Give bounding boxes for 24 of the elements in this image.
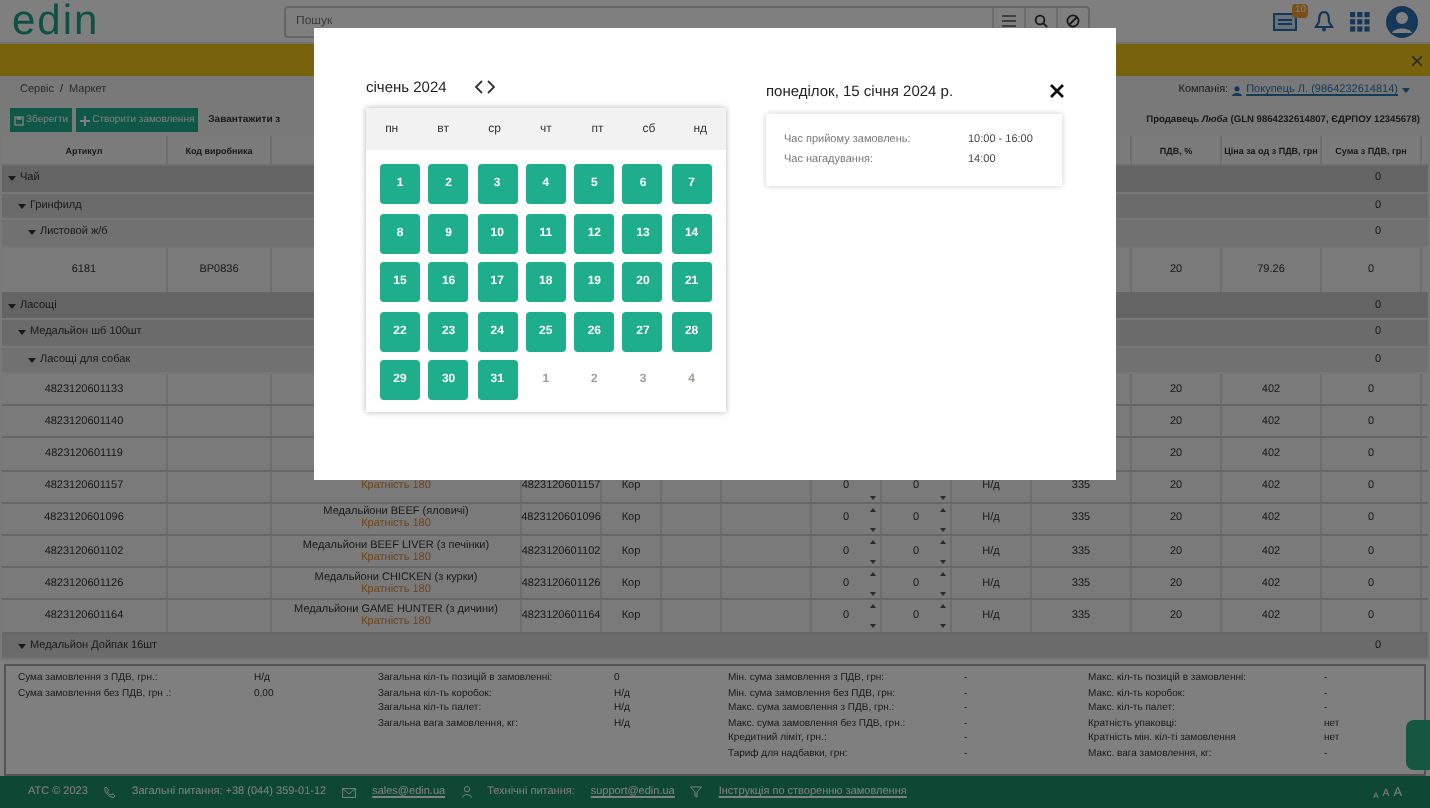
next-month-button[interactable] [486,80,497,94]
close-icon[interactable] [1412,55,1422,65]
caret-icon [18,641,26,650]
person-icon [461,786,472,798]
logo: edin [12,0,102,43]
close-button[interactable] [1050,83,1064,97]
save-icon [14,115,24,125]
apps-grid-icon[interactable] [1350,11,1370,31]
previous-month-button[interactable] [474,80,485,94]
avatar-icon[interactable] [1386,5,1418,37]
plus-icon [80,115,91,125]
search-icon[interactable] [1034,14,1048,28]
phone-icon [103,786,116,798]
caret-icon [1402,86,1410,94]
caret-icon [28,228,36,237]
filter-icon[interactable] [1002,14,1016,28]
caret-icon [18,201,26,210]
mail-icon [342,787,357,797]
bell-icon[interactable] [1314,10,1334,32]
caret-icon [28,355,36,364]
caret-icon [18,328,26,337]
user-icon [1232,85,1243,95]
funnel-icon [690,786,703,798]
clear-icon[interactable] [1066,14,1080,28]
